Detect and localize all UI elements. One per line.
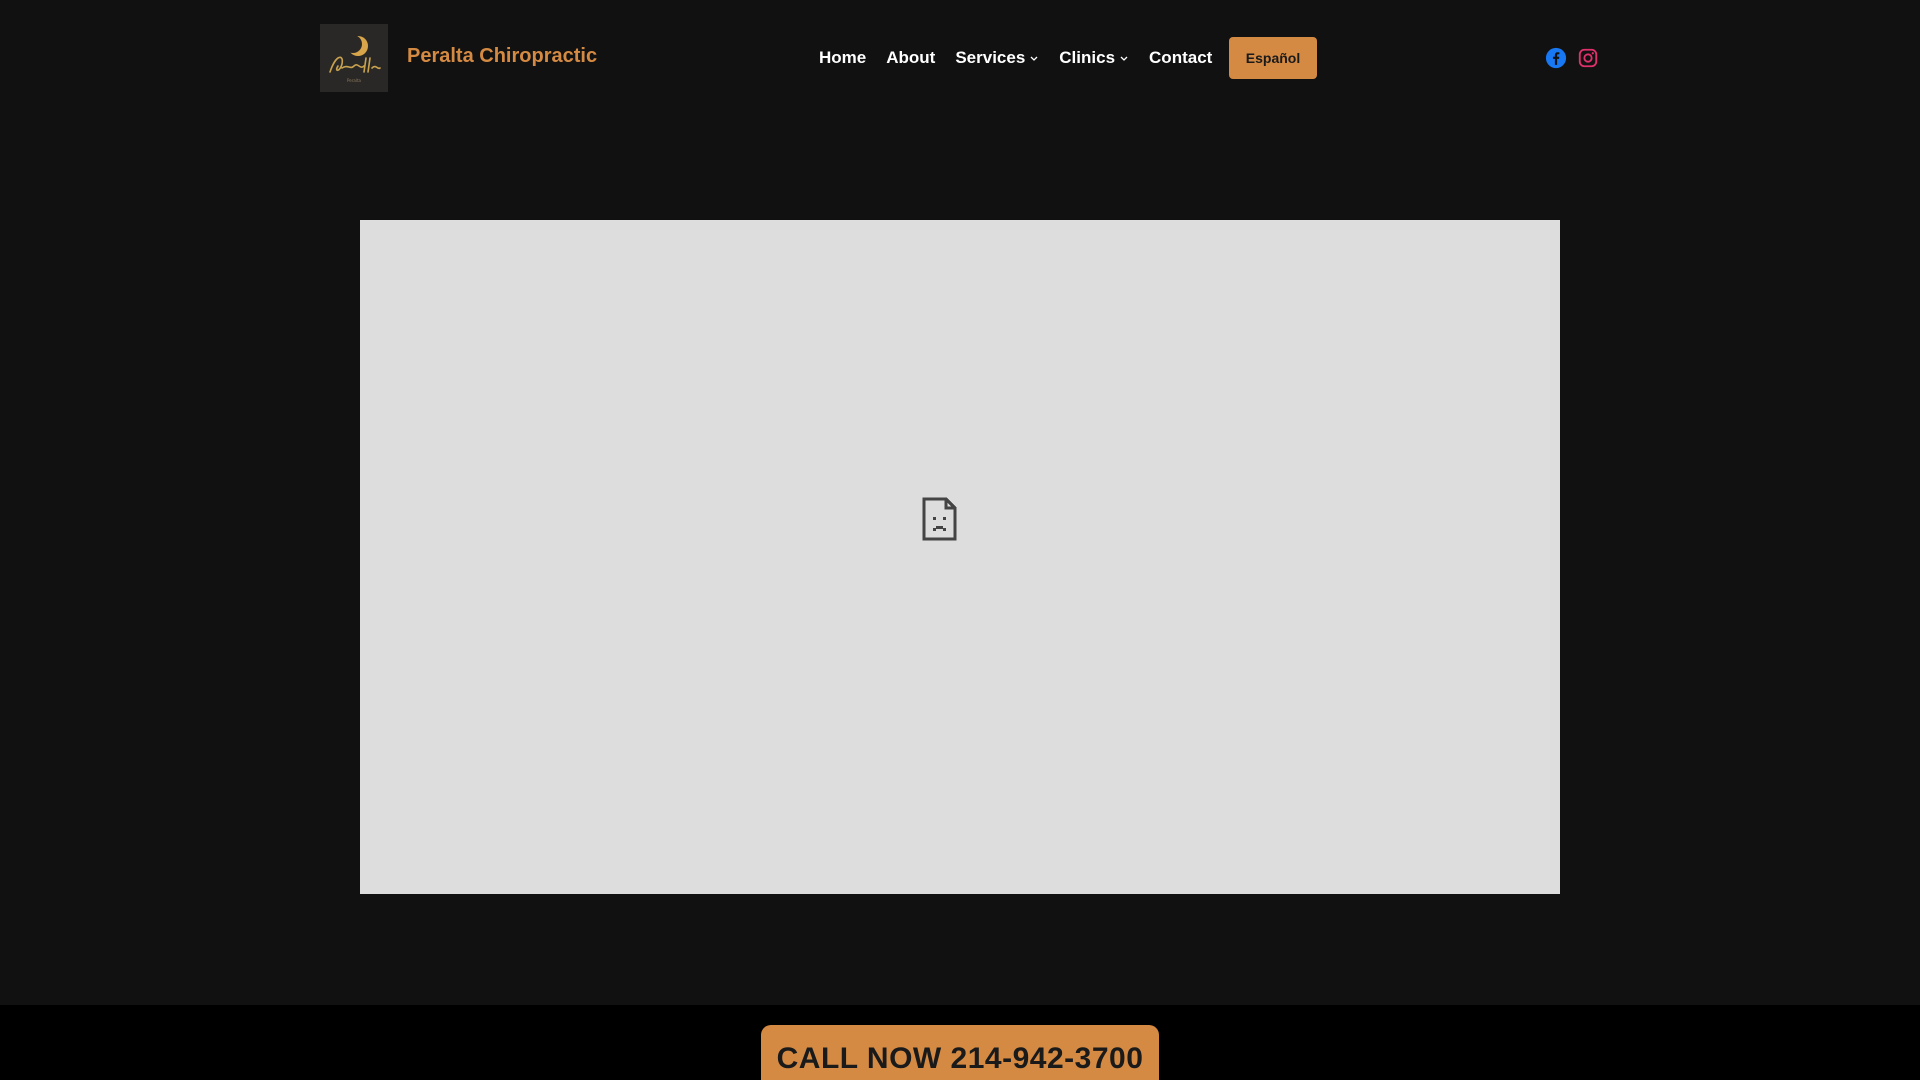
chevron-down-icon bbox=[1029, 53, 1039, 63]
page: Peralta Peralta Chiropractic Home About … bbox=[0, 0, 1920, 1080]
nav-item-home[interactable]: Home bbox=[819, 48, 866, 68]
nav-item-about[interactable]: About bbox=[886, 48, 935, 68]
embedded-content-frame bbox=[360, 220, 1560, 894]
nav-item-label: Contact bbox=[1149, 48, 1213, 67]
nav-item-clinics[interactable]: Clinics bbox=[1059, 48, 1129, 68]
nav-item-label: Services bbox=[955, 48, 1026, 67]
site-header: Peralta Peralta Chiropractic Home About … bbox=[0, 0, 1920, 116]
crescent-moon-logo-icon: Peralta bbox=[320, 24, 388, 92]
language-espanol-button[interactable]: Español bbox=[1229, 37, 1317, 79]
main-nav: Home About Services Clinics Contact bbox=[819, 37, 1232, 79]
call-now-button[interactable]: CALL NOW 214-942-3700 bbox=[761, 1025, 1159, 1080]
nav-item-label: Home bbox=[819, 48, 867, 67]
chevron-down-icon bbox=[1119, 53, 1129, 63]
nav-item-label: Clinics bbox=[1059, 48, 1116, 67]
site-logo[interactable]: Peralta bbox=[320, 24, 388, 92]
sad-page-icon bbox=[922, 497, 958, 541]
nav-item-services[interactable]: Services bbox=[955, 48, 1039, 68]
site-title[interactable]: Peralta Chiropractic bbox=[407, 45, 597, 68]
instagram-icon[interactable] bbox=[1577, 47, 1599, 69]
logo-wordmark: Peralta bbox=[347, 78, 362, 83]
facebook-icon[interactable] bbox=[1545, 47, 1567, 69]
nav-item-label: About bbox=[886, 48, 936, 67]
nav-item-contact[interactable]: Contact bbox=[1149, 48, 1212, 68]
